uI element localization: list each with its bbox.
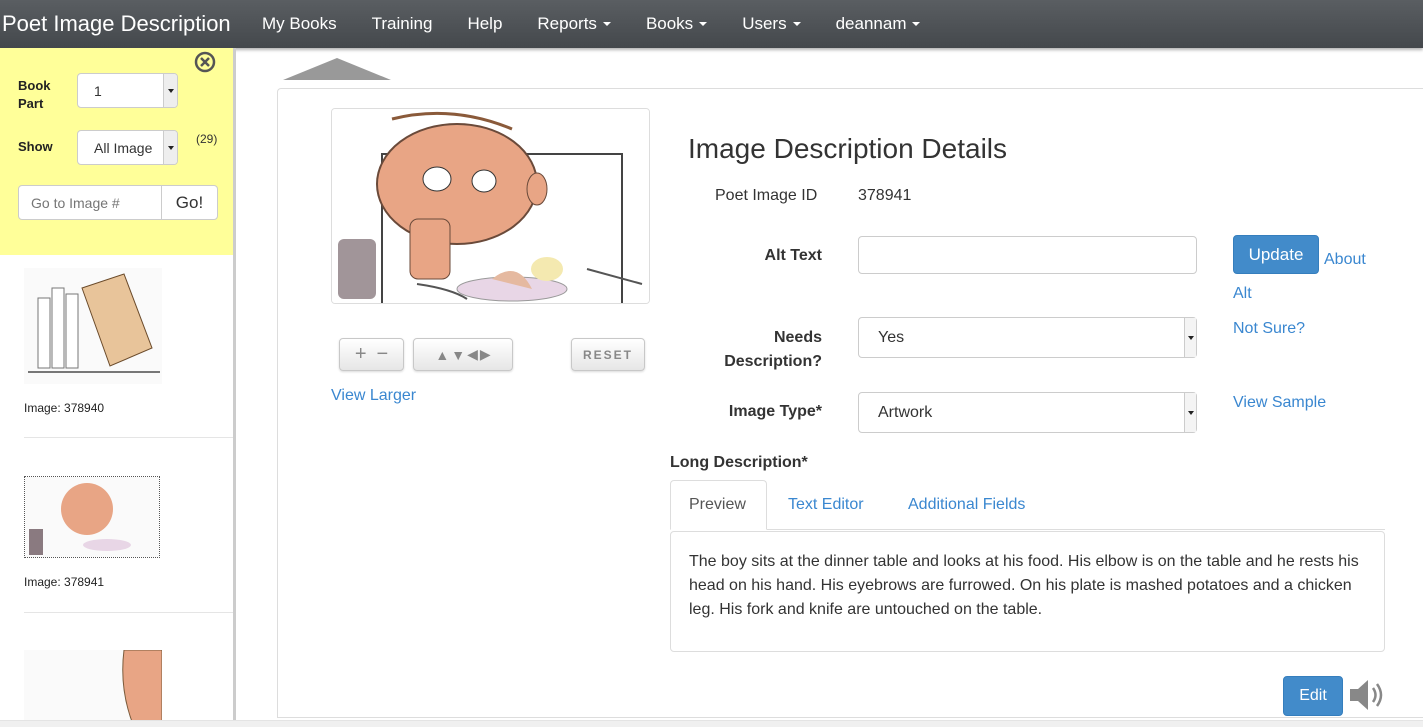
zoom-controls: + − [339, 338, 404, 371]
navbar: Poet Image Description My Books Training… [0, 0, 1423, 48]
pan-controls: ▲ ▼ ◀ ▶ [413, 338, 513, 371]
sidebar: Book Part 1 Show All Image (29) Go! Imag… [0, 48, 236, 727]
caret-down-icon [163, 74, 177, 107]
select-value: Artwork [878, 403, 933, 421]
caret-down-icon [1184, 393, 1196, 432]
about-alt-link[interactable]: About Alt [1233, 243, 1383, 311]
nav-user-menu[interactable]: deannam [836, 14, 921, 34]
book-part-label: Book Part [18, 78, 51, 111]
goto-image-input[interactable] [18, 185, 162, 220]
caret-down-icon [912, 22, 921, 26]
reset-button[interactable]: RESET [571, 338, 645, 371]
thumbnail-item-selected[interactable]: Image: 378941 [24, 476, 233, 589]
alt-text-input[interactable] [858, 236, 1197, 274]
pan-up-icon[interactable]: ▲ [435, 347, 449, 363]
close-icon[interactable] [194, 51, 216, 73]
nav-books[interactable]: Books [645, 14, 708, 34]
page-title: Image Description Details [688, 133, 1008, 164]
long-description-label: Long Description* [670, 454, 808, 471]
thumbnail-image [24, 268, 162, 384]
image-type-select[interactable]: Artwork [858, 392, 1197, 433]
tab-text-editor[interactable]: Text Editor [770, 480, 882, 530]
poet-id-value: 378941 [858, 187, 912, 204]
caret-down-icon [699, 22, 708, 26]
thumbnail-caption: Image: 378941 [24, 575, 105, 589]
nav-help[interactable]: Help [467, 14, 502, 34]
thumbnail-item[interactable]: Image: 378940 [24, 268, 233, 415]
footer-strip [0, 720, 1423, 727]
book-part-select[interactable]: 1 [77, 73, 178, 108]
divider [24, 612, 233, 613]
image-type-label: Image Type* [728, 403, 822, 420]
image-count: (29) [196, 132, 218, 146]
zoom-in-icon[interactable]: + [355, 343, 367, 366]
needs-description-select[interactable]: Yes [858, 317, 1197, 358]
nav-label: Training [371, 14, 433, 33]
nav-label: Reports [537, 14, 597, 33]
select-value: All Image [94, 139, 153, 156]
show-select[interactable]: All Image [77, 130, 178, 165]
nav-reports[interactable]: Reports [537, 14, 611, 34]
nav-label: Users [742, 14, 787, 33]
caret-down-icon [602, 22, 611, 26]
show-label: Show [18, 139, 53, 154]
zoom-out-icon[interactable]: − [377, 343, 389, 366]
view-larger-link[interactable]: View Larger [331, 387, 416, 405]
caret-down-icon [163, 131, 177, 164]
brand[interactable]: Poet Image Description [0, 11, 262, 37]
thumbnail-image[interactable] [24, 650, 162, 727]
nav-label: Help [467, 14, 503, 33]
nav-label: My Books [262, 14, 337, 33]
thumbnail-image [24, 476, 161, 559]
sidebar-controls: Book Part 1 Show All Image (29) Go! [0, 48, 233, 255]
nav-training[interactable]: Training [372, 14, 433, 34]
divider [24, 437, 233, 438]
go-button[interactable]: Go! [161, 185, 218, 220]
select-value: Yes [878, 328, 905, 346]
main-image [331, 108, 650, 304]
preview-text: The boy sits at the dinner table and loo… [670, 531, 1385, 652]
edit-button[interactable]: Edit [1283, 676, 1343, 716]
nav-my-books[interactable]: My Books [262, 14, 337, 34]
nav-label: Books [645, 14, 694, 33]
not-sure-link[interactable]: Not Sure? [1233, 320, 1305, 338]
needs-description-label: Needs Description? [724, 329, 822, 370]
nav-users[interactable]: Users [742, 14, 801, 34]
speaker-icon[interactable] [1348, 678, 1386, 712]
pan-down-icon[interactable]: ▼ [451, 347, 465, 363]
alt-text-label: Alt Text [764, 247, 822, 264]
caret-down-icon [1184, 318, 1196, 357]
tab-additional-fields[interactable]: Additional Fields [890, 480, 1043, 530]
pan-right-icon[interactable]: ▶ [480, 346, 491, 363]
view-sample-link[interactable]: View Sample [1233, 394, 1326, 412]
tab-preview[interactable]: Preview [670, 480, 767, 530]
caret-down-icon [792, 22, 801, 26]
select-value: 1 [94, 82, 102, 99]
poet-id-label: Poet Image ID [715, 187, 818, 204]
collapse-up-icon[interactable] [283, 58, 391, 80]
nav-label: deannam [835, 14, 907, 33]
pan-left-icon[interactable]: ◀ [467, 346, 478, 363]
thumbnail-caption: Image: 378940 [24, 401, 105, 415]
